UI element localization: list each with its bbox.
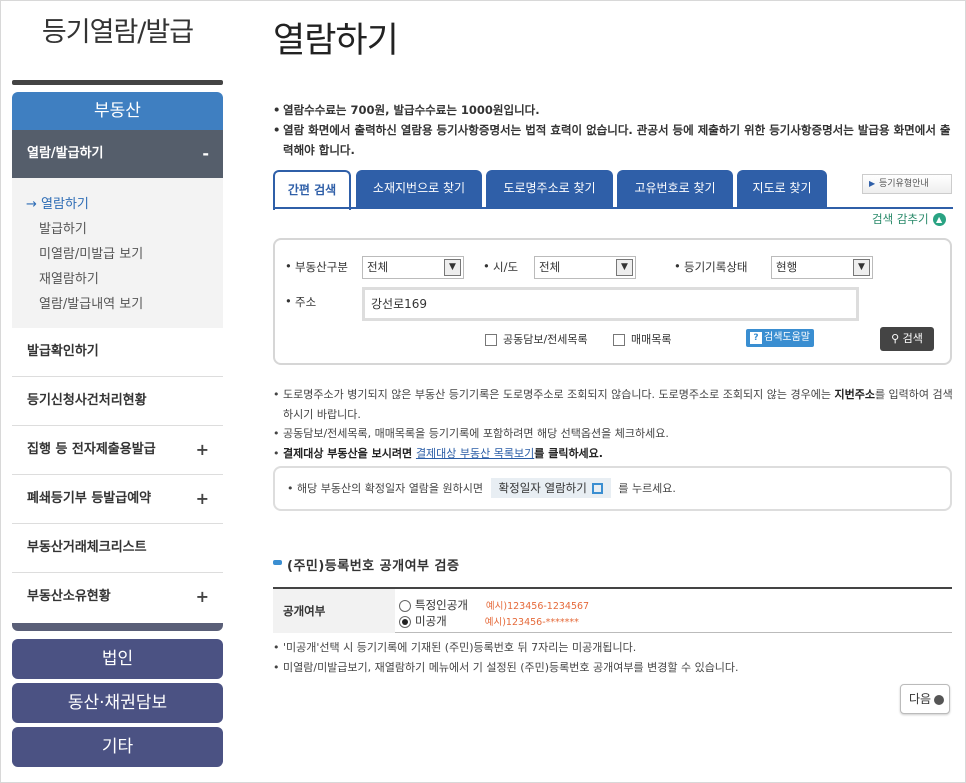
sidebar-divider bbox=[12, 80, 223, 85]
sidebar-item-issue-check[interactable]: 발급확인하기 bbox=[12, 328, 223, 377]
plus-icon: + bbox=[195, 587, 209, 606]
confirm-date-box: • 해당 부동산의 확정일자 열람을 원하시면 확정일자 열람하기 를 누르세요… bbox=[273, 466, 952, 511]
question-icon: ? bbox=[750, 332, 762, 344]
submenu-item-unviewed[interactable]: 미열람/미발급 보기 bbox=[12, 242, 223, 267]
tab-road-address[interactable]: 도로명주소로 찾기 bbox=[486, 170, 613, 208]
sidebar-button-etc[interactable]: 기타 bbox=[12, 727, 223, 767]
joint-collateral-checkbox[interactable]: 공동담보/전세목록 bbox=[485, 331, 588, 347]
play-icon: ▶ bbox=[869, 179, 876, 188]
option-partial-public[interactable]: 특정인공개 예시)123456-1234567 bbox=[399, 597, 589, 613]
search-notes: 도로명주소가 병기되지 않은 부동산 등기기록은 도로명주소로 조회되지 않습니… bbox=[273, 385, 953, 463]
type-label: 부동산구분 bbox=[285, 259, 348, 275]
page-title: 열람하기 bbox=[273, 21, 399, 61]
sidebar-submenu: → 열람하기 발급하기 미열람/미발급 보기 재열람하기 열람/발급내역 보기 bbox=[12, 178, 223, 328]
chevron-down-icon: ▼ bbox=[444, 259, 461, 276]
payment-list-link[interactable]: 결제대상 부동산 목록보기 bbox=[416, 447, 534, 460]
plus-icon: + bbox=[195, 440, 209, 459]
status-label: 등기기록상태 bbox=[674, 259, 747, 275]
sidebar-category-real-estate[interactable]: 부동산 bbox=[12, 92, 223, 130]
confirm-date-button[interactable]: 확정일자 열람하기 bbox=[490, 478, 611, 498]
next-icon bbox=[934, 694, 945, 705]
fee-notice: 열람수수료는 700원, 발급수수료는 1000원입니다. 열람 화면에서 출력… bbox=[273, 100, 953, 160]
tab-simple-search[interactable]: 간편 검색 bbox=[273, 170, 351, 210]
sidebar-item-electronic-submission[interactable]: 집행 등 전자제출용발급 + bbox=[12, 426, 223, 475]
collapse-icon: - bbox=[202, 144, 209, 163]
sidebar-item-ownership[interactable]: 부동산소유현황 + bbox=[12, 573, 223, 622]
sidebar-item-case-status[interactable]: 등기신청사건처리현황 bbox=[12, 377, 223, 426]
search-icon: ⚲ bbox=[891, 332, 900, 345]
chevron-up-icon: ▲ bbox=[932, 213, 946, 226]
type-select[interactable]: 전체 ▼ bbox=[362, 256, 464, 279]
sidebar-bottom-bar bbox=[12, 623, 223, 631]
radio-icon bbox=[399, 599, 411, 612]
address-input[interactable]: 강선로169 bbox=[362, 287, 859, 321]
status-select[interactable]: 현행 ▼ bbox=[771, 256, 873, 279]
collapse-search-toggle[interactable]: 검색 감추기 ▲ bbox=[872, 211, 946, 227]
tab-map[interactable]: 지도로 찾기 bbox=[737, 170, 827, 208]
sidebar-button-corporation[interactable]: 법인 bbox=[12, 639, 223, 679]
sidebar-item-checklist[interactable]: 부동산거래체크리스트 bbox=[12, 524, 223, 573]
plus-icon: + bbox=[195, 489, 209, 508]
checkbox-icon bbox=[485, 334, 497, 346]
search-help-button[interactable]: ? 검색도움말 bbox=[746, 329, 814, 347]
tab-unique-number[interactable]: 고유번호로 찾기 bbox=[617, 170, 733, 208]
next-button[interactable]: 다음 bbox=[900, 684, 950, 714]
checkbox-icon bbox=[613, 334, 625, 346]
tab-underline bbox=[273, 207, 953, 209]
sido-label: 시/도 bbox=[483, 259, 518, 275]
sidebar-item-label: 열람/발급하기 bbox=[27, 146, 104, 161]
arrow-right-icon: → bbox=[26, 197, 37, 212]
search-button[interactable]: ⚲ 검색 bbox=[880, 327, 934, 351]
sidebar-title: 등기열람/발급 bbox=[41, 17, 194, 48]
submenu-item-view[interactable]: → 열람하기 bbox=[12, 192, 223, 217]
registry-info-button[interactable]: ▶ 등기유형안내 bbox=[862, 174, 952, 194]
external-link-icon bbox=[591, 483, 603, 494]
disclosure-notes: '미공개'선택 시 등기기록에 기재된 (주민)등록번호 뒤 7자리는 미공개됩… bbox=[273, 638, 953, 678]
chevron-down-icon: ▼ bbox=[616, 259, 633, 276]
submenu-item-review[interactable]: 재열람하기 bbox=[12, 267, 223, 292]
address-label: 주소 bbox=[285, 294, 316, 310]
radio-selected-icon bbox=[399, 615, 411, 628]
disclosure-header: 공개여부 bbox=[273, 589, 395, 633]
submenu-item-issue[interactable]: 발급하기 bbox=[12, 217, 223, 242]
tab-lot-number[interactable]: 소재지번으로 찾기 bbox=[356, 170, 482, 208]
submenu-item-history[interactable]: 열람/발급내역 보기 bbox=[12, 292, 223, 317]
disclosure-table: 공개여부 특정인공개 예시)123456-1234567 미공개 예시)123456… bbox=[273, 587, 952, 633]
sales-list-checkbox[interactable]: 매매목록 bbox=[613, 331, 671, 347]
sido-select[interactable]: 전체 ▼ bbox=[534, 256, 636, 279]
option-private[interactable]: 미공개 예시)123456-******* bbox=[399, 613, 579, 629]
sidebar-item-view-issue[interactable]: 열람/발급하기 - bbox=[12, 130, 223, 178]
sidebar-button-movable[interactable]: 동산·채권담보 bbox=[12, 683, 223, 723]
chevron-down-icon: ▼ bbox=[853, 259, 870, 276]
section-title: (주민)등록번호 공개여부 검증 bbox=[273, 555, 459, 574]
sidebar-item-closed-registry[interactable]: 폐쇄등기부 등발급예약 + bbox=[12, 475, 223, 524]
bullet-icon bbox=[273, 560, 282, 565]
